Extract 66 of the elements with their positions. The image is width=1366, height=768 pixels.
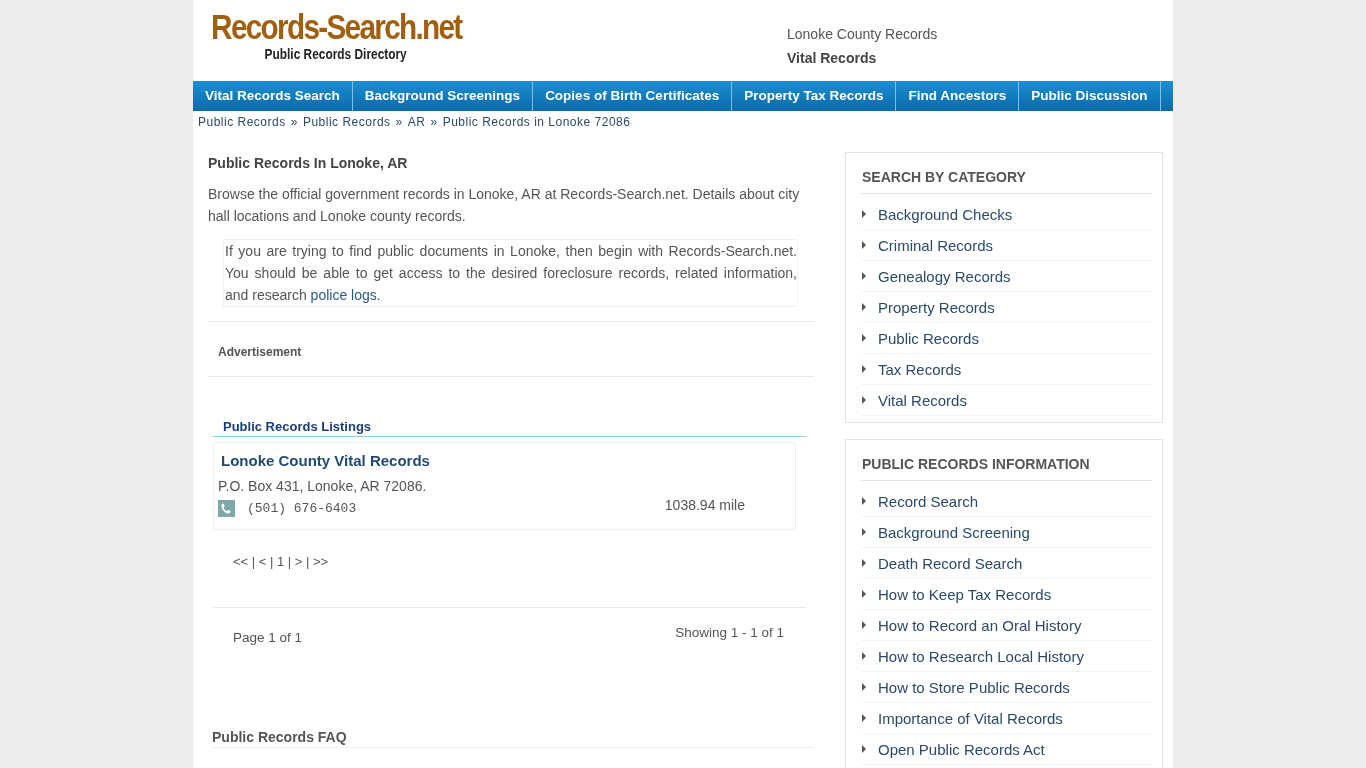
caret-icon [862, 745, 866, 753]
nav-link[interactable]: Property Tax Records [732, 81, 897, 111]
caret-icon [862, 334, 866, 342]
sidebar-link[interactable]: Public Records [878, 329, 979, 347]
listing-address: P.O. Box 431, Lonoke, AR 72086. [218, 478, 427, 494]
panel-heading: SEARCH BY CATEGORY [861, 169, 1152, 194]
breadcrumb-separator: » [430, 115, 438, 129]
note-paragraph: If you are trying to find public documents in Lonoke, then begin with Records-Search.net. You should be able to get access to the desired foreclosure records, related information, and research police logs. [223, 239, 798, 307]
nav-link[interactable]: Find Ancestors [896, 81, 1020, 111]
breadcrumb-separator: » [290, 115, 298, 129]
sidebar-link[interactable]: Property Records [878, 298, 995, 316]
intro-paragraph: Browse the official government records in Lonoke, AR at Records-Search.net. Details about city hall locations and Lonoke county records. [208, 185, 801, 226]
breadcrumb-separator: » [395, 115, 403, 129]
result-count: Showing 1 - 1 of 1 [675, 625, 784, 640]
caret-icon [862, 590, 866, 598]
listing-name-link[interactable]: Lonoke County Vital Records [221, 452, 430, 469]
police-logs-link[interactable]: police logs [310, 287, 377, 303]
sidebar-link[interactable]: How to Store Public Records [878, 678, 1070, 696]
caret-icon [862, 683, 866, 691]
caret-icon [862, 210, 866, 218]
sidebar-link[interactable]: Importance of Vital Records [878, 709, 1063, 727]
sidebar-link[interactable]: Background Screening [878, 523, 1030, 541]
breadcrumb-link[interactable]: Public Records [302, 115, 391, 129]
sidebar-link[interactable]: How to Record an Oral History [878, 616, 1082, 634]
caret-icon [862, 396, 866, 404]
sidebar-link[interactable]: Vital Records [878, 391, 967, 409]
panel-heading: PUBLIC RECORDS INFORMATION [861, 456, 1152, 481]
sidebar-link[interactable]: Genealogy Records [878, 267, 1011, 285]
sidebar-link[interactable]: Open Public Records Act [878, 740, 1045, 758]
site-logo[interactable]: Records-Search.net [210, 8, 462, 46]
nav-link[interactable]: Vital Records Search [193, 81, 353, 111]
listing-phone: (501) 676-6403 [247, 501, 357, 516]
sidebar-link[interactable]: Criminal Records [878, 236, 994, 254]
page-title: Public Records In Lonoke, AR [208, 155, 409, 171]
header-section: Vital Records [787, 50, 1173, 66]
caret-icon [862, 365, 866, 373]
pagination-links[interactable]: << | < | 1 | > | >> [233, 554, 329, 569]
listing-distance: 1038.94 mile [664, 496, 745, 513]
caret-icon [862, 621, 866, 629]
sidebar-link[interactable]: Death Record Search [878, 554, 1023, 572]
caret-icon [862, 497, 866, 505]
sidebar-link[interactable]: How to Keep Tax Records [878, 585, 1052, 603]
breadcrumb-link[interactable]: Public Records in Lonoke 72086 [442, 115, 631, 129]
caret-icon [862, 714, 866, 722]
nav-link[interactable]: Copies of Birth Certificates [533, 81, 733, 111]
sidebar-link[interactable]: Record Search [878, 492, 979, 510]
breadcrumb-link[interactable]: Public Records [198, 115, 286, 129]
caret-icon [862, 559, 866, 567]
caret-icon [862, 272, 866, 280]
nav-link[interactable]: Public Discussion [1019, 81, 1161, 111]
header-subtitle: Lonoke County Records [787, 26, 939, 42]
advertisement-label: Advertisement [218, 345, 302, 359]
logo-tagline: Public Records Directory [264, 46, 408, 62]
caret-icon [862, 652, 866, 660]
listings-heading: Public Records Listings [213, 419, 806, 437]
phone-icon [218, 500, 235, 517]
faq-heading: Public Records FAQ [212, 729, 814, 748]
sidebar-link[interactable]: How to Research Local History [878, 647, 1084, 665]
sidebar-link[interactable]: Tax Records [878, 360, 962, 378]
caret-icon [862, 528, 866, 536]
sidebar-link[interactable]: Background Checks [878, 205, 1013, 223]
caret-icon [862, 303, 866, 311]
nav-link[interactable]: Background Screenings [352, 81, 534, 111]
breadcrumb-link[interactable]: AR [407, 115, 426, 129]
page-count: Page 1 of 1 [233, 630, 303, 645]
caret-icon [862, 241, 866, 249]
